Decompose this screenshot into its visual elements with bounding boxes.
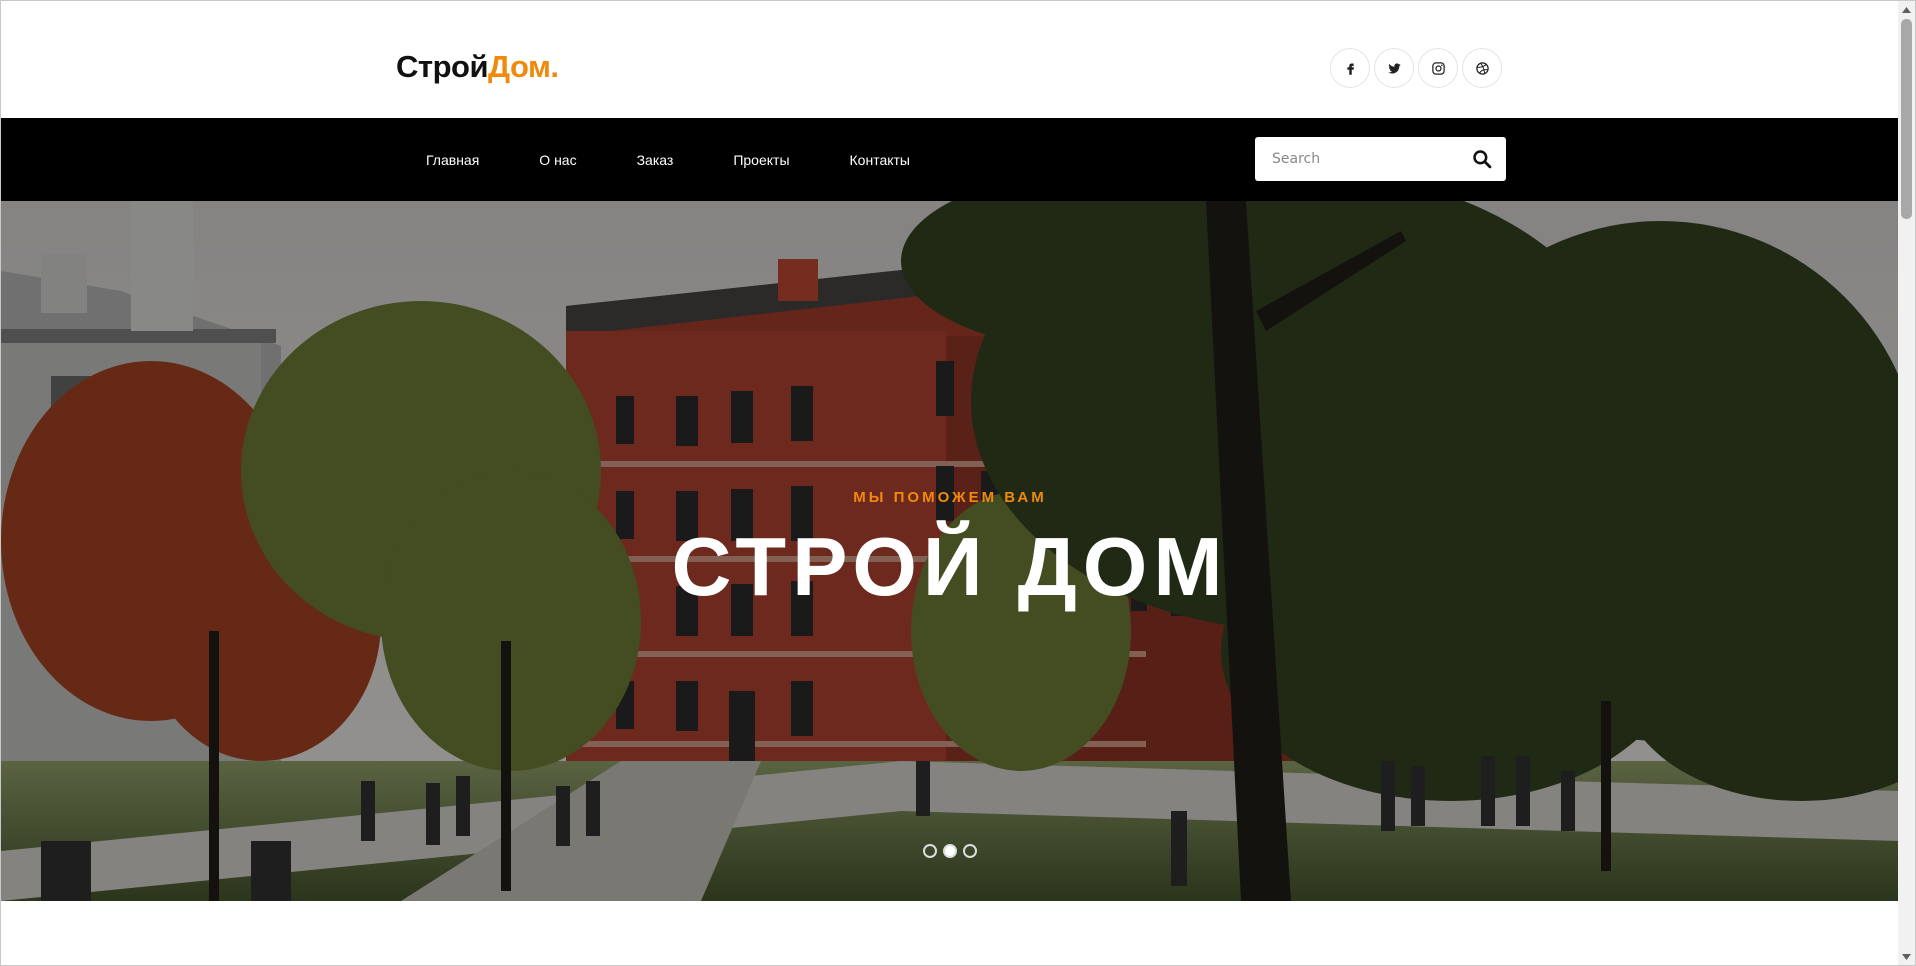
social-links xyxy=(1330,48,1502,88)
scroll-up-arrow-icon[interactable] xyxy=(1898,1,1915,18)
slider-dot-active[interactable] xyxy=(943,844,957,858)
logo-text-primary: Строй xyxy=(396,49,489,84)
hero-title: СТРОЙ ДОМ xyxy=(671,520,1229,613)
slider-dots xyxy=(923,844,977,858)
instagram-link[interactable] xyxy=(1418,48,1458,88)
main-navbar: Главная О нас Заказ Проекты Контакты xyxy=(1,118,1899,201)
nav-menu: Главная О нас Заказ Проекты Контакты xyxy=(426,118,970,201)
slider-dot[interactable] xyxy=(923,844,937,858)
site-logo[interactable]: СтройДом. xyxy=(396,49,559,85)
nav-item-contacts[interactable]: Контакты xyxy=(850,152,910,168)
nav-item-home[interactable]: Главная xyxy=(426,152,479,168)
nav-item-order[interactable]: Заказ xyxy=(637,152,674,168)
scrollbar-thumb[interactable] xyxy=(1901,19,1912,219)
search-input[interactable] xyxy=(1270,150,1464,168)
page-scrollbar[interactable] xyxy=(1898,1,1915,965)
twitter-icon xyxy=(1387,62,1401,74)
logo-text-accent: Дом. xyxy=(488,49,559,84)
site-header: СтройДом. xyxy=(1,1,1897,118)
twitter-link[interactable] xyxy=(1374,48,1414,88)
scroll-down-arrow-icon[interactable] xyxy=(1898,948,1915,965)
instagram-icon xyxy=(1431,61,1445,75)
nav-item-about[interactable]: О нас xyxy=(539,152,576,168)
hero-subtitle: МЫ ПОМОЖЕМ ВАМ xyxy=(853,489,1047,506)
search-icon[interactable] xyxy=(1472,149,1492,169)
dribbble-icon xyxy=(1475,61,1489,75)
facebook-icon xyxy=(1346,63,1354,75)
slider-dot[interactable] xyxy=(963,844,977,858)
nav-item-projects[interactable]: Проекты xyxy=(733,152,789,168)
facebook-link[interactable] xyxy=(1330,48,1370,88)
hero-slider: МЫ ПОМОЖЕМ ВАМ СТРОЙ ДОМ xyxy=(1,201,1899,901)
search-form xyxy=(1255,137,1506,181)
dribbble-link[interactable] xyxy=(1462,48,1502,88)
